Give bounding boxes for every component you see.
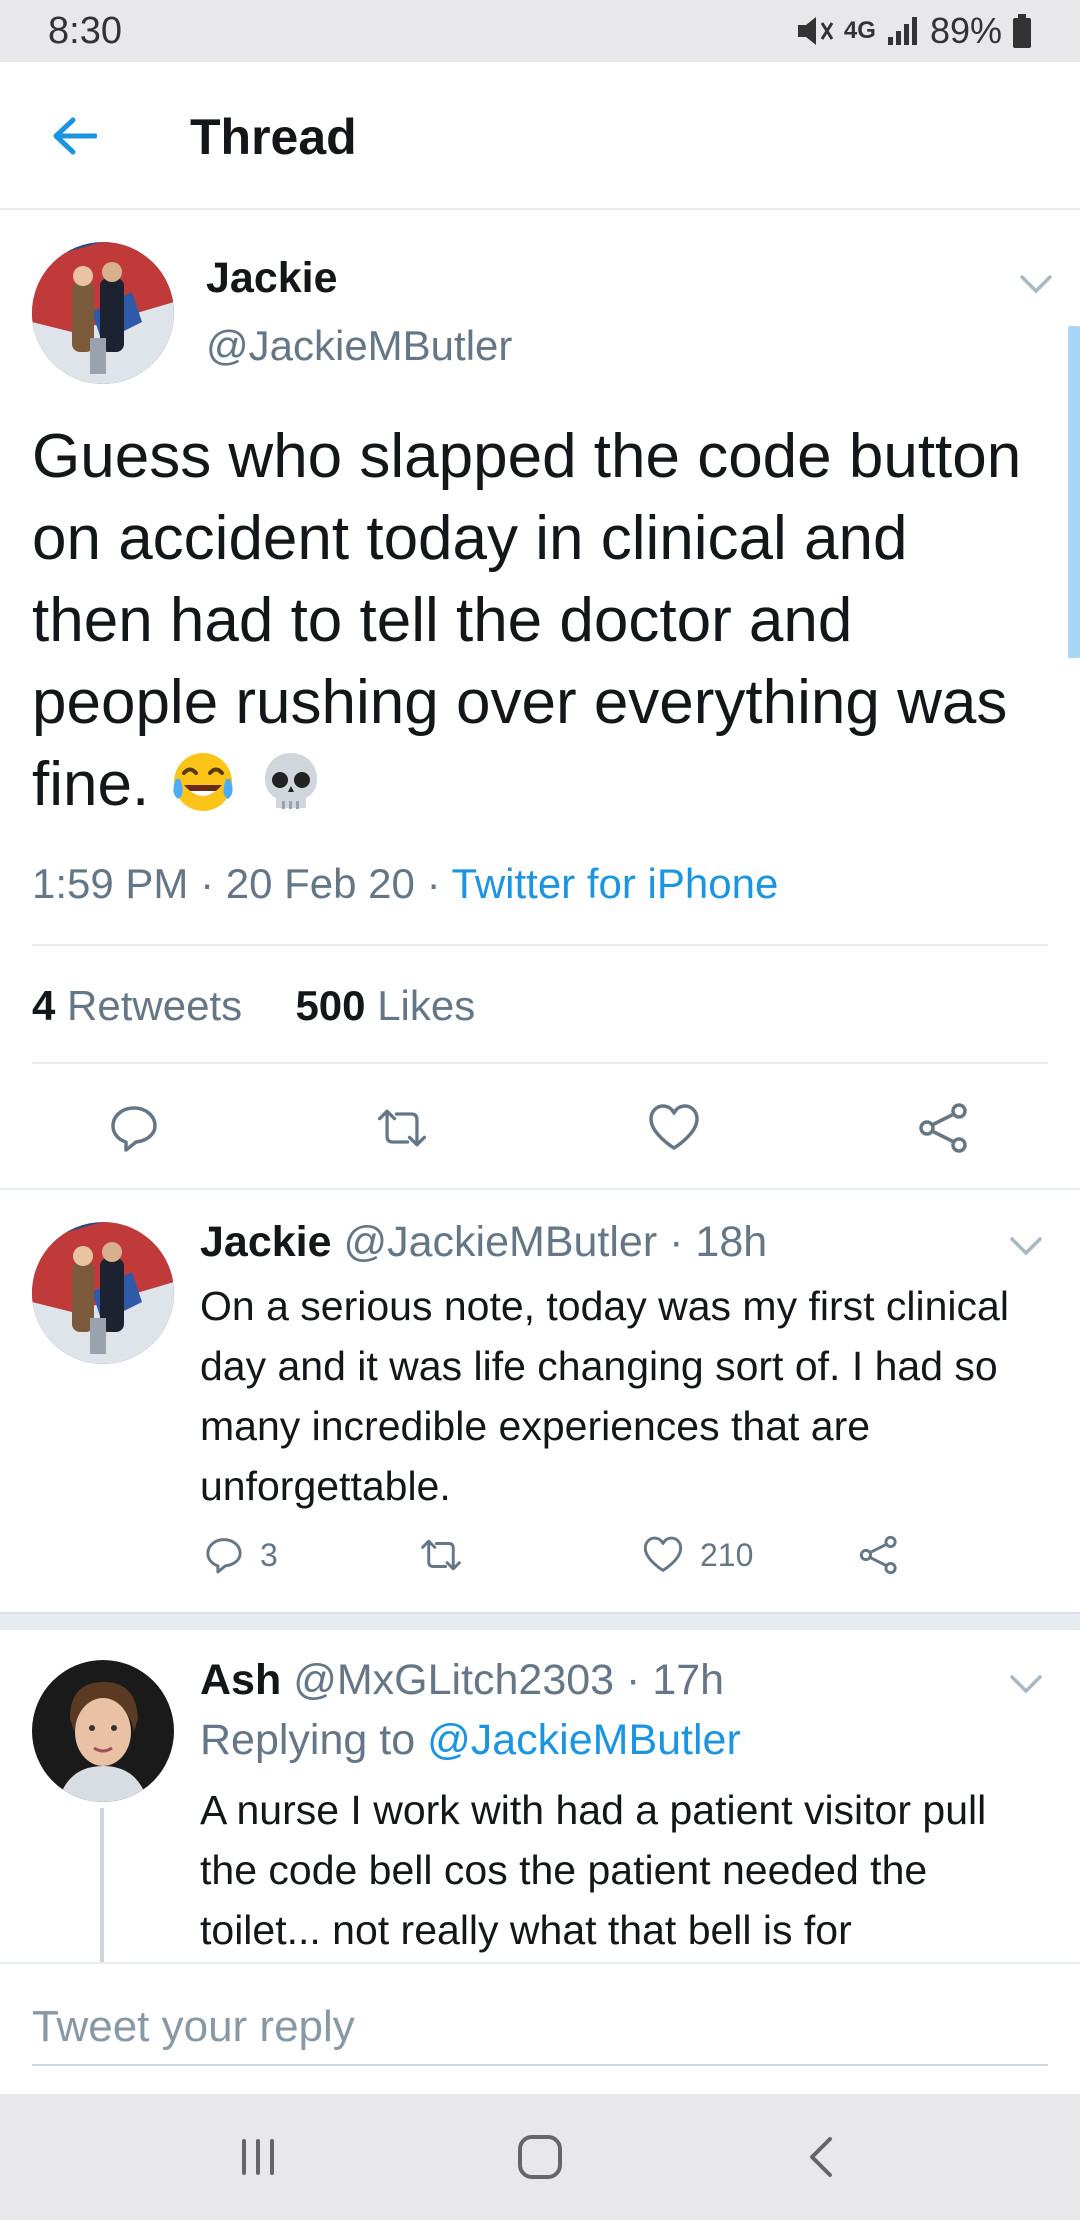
section-divider [0, 1612, 1080, 1630]
chevron-down-icon[interactable] [1018, 272, 1054, 296]
avatar[interactable] [32, 1222, 174, 1364]
retweets-label: Retweets [67, 982, 243, 1029]
signal-icon [886, 15, 920, 47]
recent-apps-icon [242, 2139, 274, 2175]
avatar[interactable] [32, 1660, 174, 1802]
battery-icon [1012, 14, 1032, 48]
tweet-text: Guess who slapped the code button on acc… [32, 416, 1042, 826]
tweet-source-link[interactable]: Twitter for iPhone [451, 860, 778, 907]
share-button[interactable] [916, 1100, 972, 1156]
system-nav-bar [0, 2094, 1080, 2220]
reply-icon [111, 1106, 157, 1152]
avatar[interactable] [32, 242, 174, 384]
main-tweet: Jackie @JackieMButler Guess who slapped … [0, 212, 1080, 1190]
mention-link[interactable]: @JackieMButler [427, 1716, 741, 1764]
author-name[interactable]: Jackie [206, 254, 338, 303]
reply-button[interactable] [106, 1100, 162, 1156]
scroll-indicator[interactable] [1068, 326, 1080, 658]
back-nav-button[interactable] [782, 2124, 862, 2190]
tweet-actions: 3 210 [200, 1530, 900, 1580]
tweet-text: A nurse I work with had a patient visito… [200, 1787, 987, 1953]
retweet-icon [377, 1109, 427, 1147]
page-title: Thread [190, 109, 357, 165]
divider [32, 944, 1048, 946]
status-icons: 4G 89% [794, 10, 1032, 52]
share-icon [919, 1103, 967, 1153]
reply-count: 3 [260, 1536, 278, 1573]
tears-of-joy-emoji [170, 749, 236, 815]
author-name[interactable]: Jackie [200, 1218, 332, 1266]
skull-emoji [258, 749, 324, 815]
battery-percent: 89% [929, 10, 1002, 51]
home-icon [518, 2135, 562, 2179]
reply-tweet[interactable]: Jackie @JackieMButler · 18h On a serious… [0, 1192, 1080, 1612]
retweet-button[interactable] [374, 1100, 430, 1156]
arrow-left-icon [53, 117, 97, 155]
tweet-meta: 1:59 PM · 20 Feb 20 · Twitter for iPhone [32, 860, 779, 907]
home-button[interactable] [500, 2124, 580, 2190]
retweet-icon [421, 1539, 461, 1571]
replying-label: Replying to [200, 1716, 416, 1764]
share-button[interactable] [858, 1530, 900, 1580]
chevron-left-icon [810, 2137, 832, 2177]
author-handle[interactable]: @MxGLitch2303 [293, 1656, 614, 1704]
heart-icon [649, 1104, 699, 1150]
tweet-text: On a serious note, today was my first cl… [200, 1283, 1009, 1509]
like-button[interactable]: 210 [642, 1530, 753, 1580]
reply-composer [0, 1962, 1080, 2092]
tweet-date: 20 Feb 20 [225, 860, 415, 907]
thread-line [100, 1808, 104, 1962]
tweet-actions [0, 1092, 1080, 1162]
retweets-stat[interactable]: 4 Retweets [32, 982, 242, 1029]
heart-icon [643, 1536, 683, 1572]
likes-count: 500 [295, 982, 366, 1029]
retweets-count: 4 [32, 982, 56, 1029]
tweet-age: 17h [652, 1656, 725, 1704]
reply-tweet[interactable]: Ash @MxGLitch2303 · 17h Replying to @Jac… [0, 1630, 1080, 1962]
author-name[interactable]: Ash [200, 1656, 281, 1704]
likes-label: Likes [377, 982, 476, 1029]
tweet-stats: 4 Retweets 500 Likes [32, 982, 475, 1030]
status-time: 8:30 [48, 9, 122, 52]
chevron-down-icon[interactable] [1008, 1672, 1044, 1696]
tweet-time: 1:59 PM [32, 860, 189, 907]
back-button[interactable] [44, 110, 104, 162]
likes-stat[interactable]: 500 Likes [295, 982, 475, 1029]
network-4g-icon: 4G [843, 17, 876, 44]
recent-apps-button[interactable] [218, 2124, 298, 2190]
author-handle[interactable]: @JackieMButler [343, 1218, 657, 1266]
share-icon [859, 1535, 897, 1575]
like-count: 210 [700, 1536, 754, 1573]
retweet-button[interactable] [418, 1530, 464, 1580]
reply-icon [206, 1538, 242, 1574]
tweet-age: 18h [695, 1218, 768, 1266]
thread-header: Thread [0, 62, 1080, 210]
author-handle[interactable]: @JackieMButler [206, 322, 512, 370]
mute-icon [794, 13, 834, 49]
reply-header: Ash @MxGLitch2303 · 17h [200, 1656, 725, 1704]
divider [32, 1062, 1048, 1064]
reply-header: Jackie @JackieMButler · 18h [200, 1218, 768, 1266]
reply-button[interactable]: 3 [204, 1530, 278, 1580]
status-bar: 8:30 4G 89% [0, 0, 1080, 62]
reply-input[interactable] [32, 1990, 1048, 2066]
chevron-down-icon[interactable] [1008, 1234, 1044, 1258]
replying-to: Replying to @JackieMButler [200, 1716, 741, 1765]
like-button[interactable] [646, 1100, 702, 1156]
